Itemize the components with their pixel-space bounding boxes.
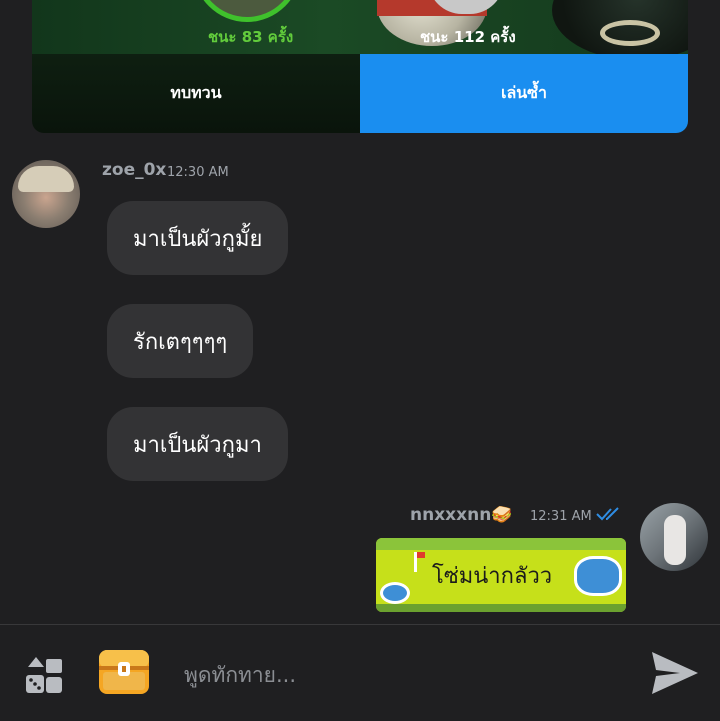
sandwich-emoji: 🥪 — [491, 505, 513, 525]
golf-flag-icon — [414, 552, 425, 572]
message-bubble[interactable]: รักเตๆๆๆๆ — [107, 304, 254, 378]
pool-ball-image — [552, 0, 688, 60]
dice-games-icon[interactable] — [24, 655, 64, 695]
pond-icon — [380, 582, 410, 604]
message-input[interactable] — [172, 650, 636, 700]
game-result-card: ชนะ 83 ครั้ง ชนะ 112 ครั้ง ทบทวน เล่นซ้ำ — [32, 0, 688, 133]
message-bubble[interactable]: มาเป็นผัวกูมั้ย — [107, 201, 289, 275]
my-message-time: 12:31 AM — [530, 509, 592, 524]
my-sender-name[interactable]: nnxxxnn🥪 — [410, 505, 512, 525]
my-win-count: ชนะ 83 ครั้ง — [208, 28, 294, 46]
sticker-message[interactable]: โซ่มน่ากลัวว — [376, 538, 626, 612]
opponent-win-count: ชนะ 112 ครั้ง — [420, 28, 516, 46]
review-button[interactable]: ทบทวน — [32, 54, 360, 133]
my-game-avatar — [193, 0, 301, 22]
treasure-chest-icon[interactable] — [97, 646, 151, 696]
message-time: 12:30 AM — [167, 165, 229, 180]
pond-icon — [574, 556, 622, 596]
sender-avatar[interactable] — [12, 160, 80, 228]
message-bubble[interactable]: มาเป็นผัวกูมา — [107, 407, 288, 481]
my-avatar[interactable] — [640, 503, 708, 571]
my-sender-name-text: nnxxxnn — [410, 505, 492, 525]
send-icon[interactable] — [650, 650, 700, 696]
sticker-text: โซ่มน่ากลัวว — [432, 564, 553, 589]
rematch-button[interactable]: เล่นซ้ำ — [360, 54, 688, 133]
game-banner: ชนะ 83 ครั้ง ชนะ 112 ครั้ง — [32, 0, 688, 60]
sender-name[interactable]: zoe_0x — [102, 160, 166, 180]
double-check-icon — [596, 507, 619, 521]
